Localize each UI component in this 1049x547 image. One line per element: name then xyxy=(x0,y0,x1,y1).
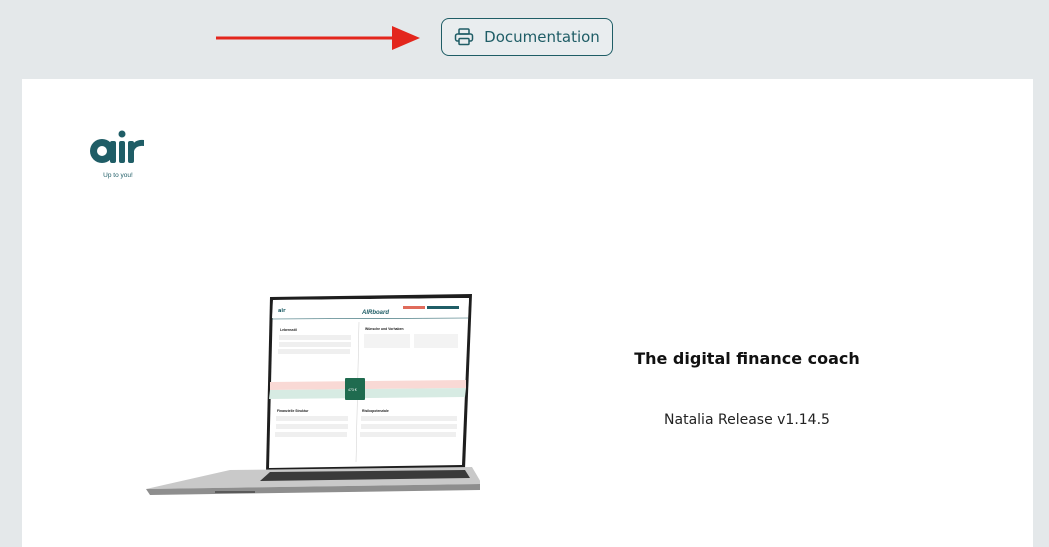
screen-app-title: AIRboard xyxy=(361,310,389,316)
screen-panel-lebensstil: Lebensstil xyxy=(280,328,297,332)
printer-icon xyxy=(454,28,474,46)
screen-center-value: 473 € xyxy=(348,388,357,392)
main-page: Up to you! AIRboard air Lebensstil Wünsc… xyxy=(22,79,1033,547)
screen-panel-wuensche: Wünsche und Vorhaben xyxy=(365,327,404,331)
hero-headline: The digital finance coach xyxy=(634,349,860,368)
svg-text:air: air xyxy=(278,308,286,314)
air-logo-mark xyxy=(90,130,144,163)
documentation-button[interactable]: Documentation xyxy=(441,18,613,56)
air-logo: Up to you! xyxy=(88,129,158,185)
top-toolbar: Documentation xyxy=(0,0,1049,79)
laptop-illustration: AIRboard air Lebensstil Wünsche und Vorh… xyxy=(120,294,482,504)
screen-panel-finanziell: Finanzielle Struktur xyxy=(277,409,309,413)
release-version: Natalia Release v1.14.5 xyxy=(664,412,830,428)
documentation-button-label: Documentation xyxy=(484,28,600,46)
red-arrow-icon xyxy=(216,26,420,50)
logo-tagline: Up to you! xyxy=(103,172,133,179)
screen-panel-risiko: Risikopotenziale xyxy=(362,409,389,413)
